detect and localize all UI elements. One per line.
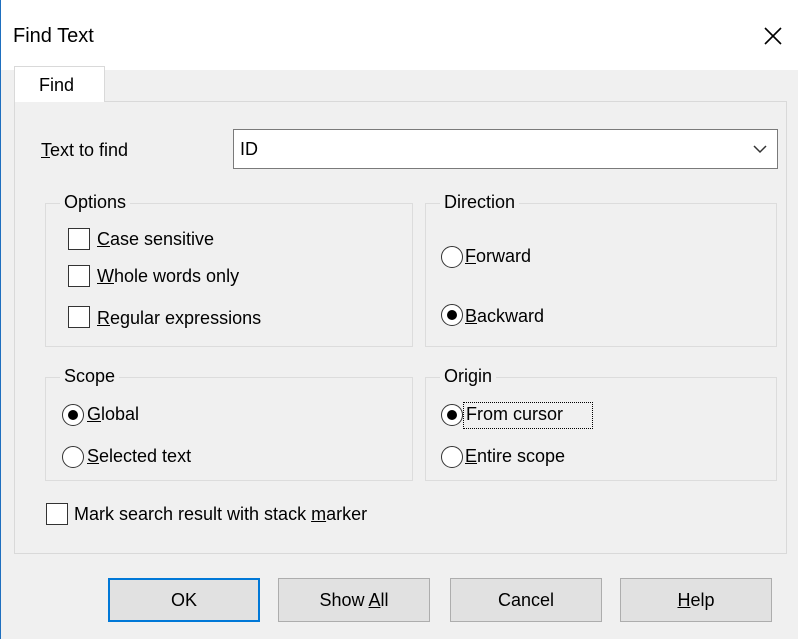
window-title: Find Text — [13, 25, 94, 47]
forward-radio[interactable] — [441, 246, 463, 268]
case-sensitive-checkbox[interactable] — [68, 228, 90, 250]
backward-radio[interactable] — [441, 304, 463, 326]
entire-scope-label[interactable]: Entire scope — [465, 446, 565, 467]
selected-text-label[interactable]: Selected text — [87, 446, 191, 467]
backward-label[interactable]: Backward — [465, 306, 544, 327]
tab-find[interactable]: Find — [14, 66, 105, 102]
case-sensitive-label[interactable]: Case sensitive — [97, 229, 214, 250]
stack-marker-label[interactable]: Mark search result with stack marker — [74, 504, 367, 525]
ok-button[interactable]: OK — [108, 578, 260, 622]
direction-legend: Direction — [440, 192, 520, 213]
global-radio[interactable] — [62, 404, 84, 426]
selected-text-radio[interactable] — [62, 446, 84, 468]
forward-label[interactable]: Forward — [465, 246, 531, 267]
show-all-button[interactable]: Show All — [278, 578, 430, 622]
from-cursor-label[interactable]: From cursor — [466, 404, 563, 425]
regex-checkbox[interactable] — [68, 306, 90, 328]
text-to-find-combobox[interactable]: ID — [233, 129, 778, 169]
whole-words-label[interactable]: Whole words only — [97, 266, 239, 287]
whole-words-checkbox[interactable] — [68, 265, 90, 287]
entire-scope-radio[interactable] — [441, 446, 463, 468]
tab-label: Find — [39, 75, 75, 95]
chevron-down-icon[interactable] — [753, 144, 767, 154]
from-cursor-radio[interactable] — [441, 404, 463, 426]
scope-legend: Scope — [60, 366, 120, 387]
text-to-find-value: ID — [240, 139, 258, 159]
cancel-button[interactable]: Cancel — [450, 578, 602, 622]
stack-marker-checkbox[interactable] — [46, 503, 68, 525]
find-text-dialog: Find Text Find Text to find ID Options C… — [0, 0, 798, 639]
options-legend: Options — [60, 192, 131, 213]
close-icon[interactable] — [761, 24, 785, 48]
title-bar: Find Text — [1, 0, 798, 70]
global-label[interactable]: Global — [87, 404, 139, 425]
help-button[interactable]: Help — [620, 578, 772, 622]
regex-label[interactable]: Regular expressions — [97, 308, 261, 329]
origin-legend: Origin — [440, 366, 497, 387]
text-to-find-label: Text to find — [41, 140, 129, 160]
